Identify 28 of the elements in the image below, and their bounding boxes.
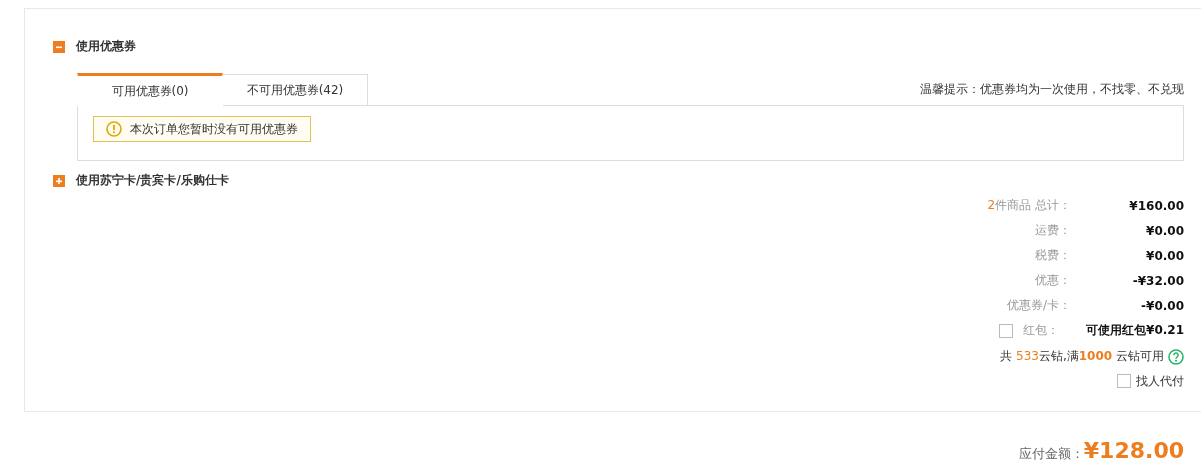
summary-value: ¥0.00 [1145, 223, 1184, 238]
summary-label: 优惠： [1035, 272, 1071, 289]
summary-label: 优惠券/卡： [1006, 297, 1071, 314]
checkbox[interactable] [999, 323, 1013, 338]
checkbox[interactable] [1117, 374, 1131, 388]
summary-label: 2件商品 总计： [987, 197, 1071, 214]
points-text: 共 533云钻,满1000 云钻可用 [1000, 348, 1164, 365]
summary-label: 运费： [1035, 222, 1071, 239]
summary-value: -¥0.00 [1140, 298, 1184, 313]
summary-label: 红包： [1022, 322, 1060, 339]
warning-icon [106, 121, 122, 137]
summary-value: ¥160.00 [1128, 198, 1184, 213]
total-label: 应付金额： [1018, 445, 1084, 463]
help-icon[interactable] [1168, 348, 1184, 365]
tab[interactable]: 不可用优惠券(42) [222, 74, 368, 106]
collapse-icon[interactable] [53, 40, 65, 53]
expand-icon[interactable] [53, 174, 65, 187]
summary-value: -¥32.00 [1131, 273, 1184, 288]
tip-text: 温馨提示：优惠券均为一次使用，不找零、不兑现 [920, 81, 1184, 98]
total-amount: ¥128.00 [1083, 438, 1184, 463]
pay-for-me-label: 找人代付 [1136, 372, 1184, 390]
summary-label: 税费： [1035, 247, 1071, 264]
notice-text: 本次订单您暂时没有可用优惠券 [130, 120, 298, 138]
section-title: 使用苏宁卡/贵宾卡/乐购仕卡 [76, 172, 229, 189]
summary-value: ¥0.00 [1145, 248, 1184, 263]
section-title: 使用优惠券 [76, 38, 136, 55]
tab[interactable]: 可用优惠券(0) [77, 73, 223, 106]
summary-value: 可使用红包¥0.21 [1085, 322, 1184, 339]
